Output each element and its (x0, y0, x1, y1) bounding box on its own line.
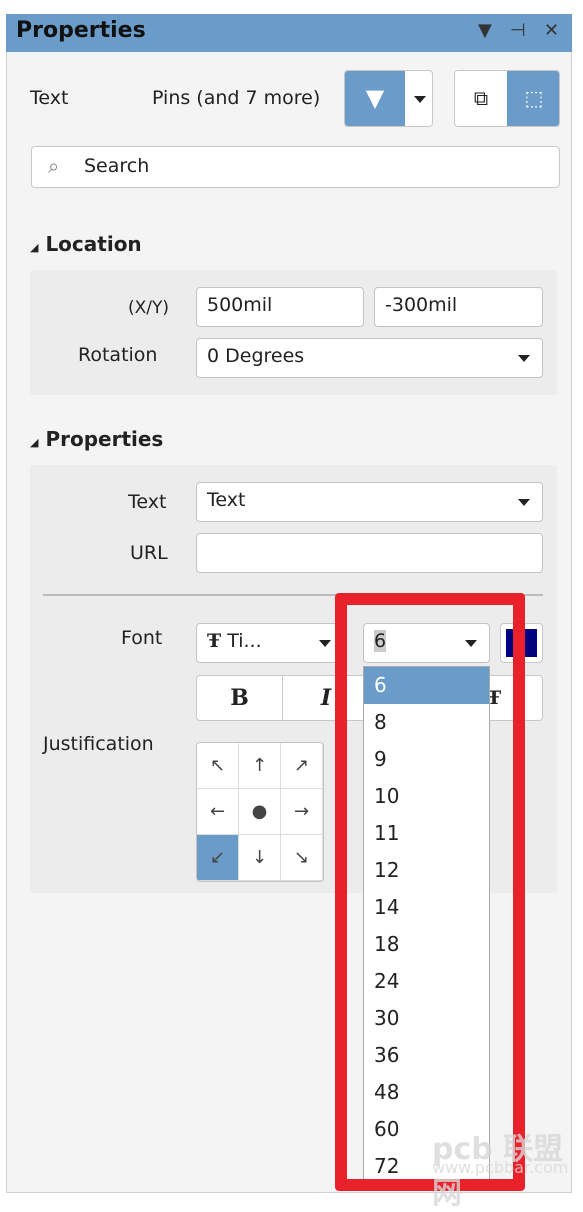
font-name-value: Ti... (227, 630, 262, 652)
properties-title: Properties (45, 427, 164, 451)
pin-icon[interactable]: ⊣ (510, 20, 526, 41)
filter-dropdown-button[interactable] (405, 71, 432, 126)
y-input[interactable]: -300mil (374, 287, 543, 327)
properties-section-header[interactable]: ◢ Properties (30, 427, 163, 451)
panel-title: Properties (16, 18, 146, 43)
watermark-url: www.pcbbar.com (432, 1158, 569, 1177)
justification-grid: ↖ ↑ ↗ ← ● → ↙ ↓ ↘ (196, 742, 324, 882)
bold-button[interactable]: B (197, 676, 283, 720)
justify-bottom-right-icon[interactable]: ↘ (281, 835, 323, 881)
search-input[interactable]: ⌕ Search (31, 146, 560, 188)
object-type-label: Text (30, 87, 69, 109)
font-name-dropdown[interactable]: Ŧ Ti... (196, 623, 344, 663)
justify-middle-left-icon[interactable]: ← (197, 789, 239, 835)
justify-top-left-icon[interactable]: ↖ (197, 743, 239, 789)
justify-top-center-icon[interactable]: ↑ (239, 743, 281, 789)
rotation-label: Rotation (78, 344, 158, 366)
selection-label: Pins (and 7 more) (152, 87, 321, 109)
font-type-icon: Ŧ (207, 630, 222, 652)
justify-bottom-center-icon[interactable]: ↓ (239, 835, 281, 881)
justify-bottom-left-icon[interactable]: ↙ (197, 835, 239, 881)
font-label: Font (121, 627, 163, 649)
xy-label: (X/Y) (128, 298, 170, 318)
selection-mode-group: ⧉ ⬚ (454, 70, 560, 127)
select-next-icon[interactable]: ⬚ (507, 71, 559, 126)
panel-header: Properties ▼ ⊣ ✕ (6, 14, 572, 52)
select-overlapping-icon[interactable]: ⧉ (455, 71, 507, 126)
rotation-value: 0 Degrees (207, 345, 305, 367)
justify-center-icon[interactable]: ● (239, 789, 281, 835)
url-label: URL (130, 542, 168, 564)
text-label: Text (128, 491, 167, 513)
justification-label: Justification (43, 733, 154, 755)
text-value: Text (207, 489, 246, 511)
rotation-dropdown[interactable]: 0 Degrees (196, 338, 543, 378)
search-placeholder: Search (84, 155, 150, 177)
dropdown-menu-icon[interactable]: ▼ (478, 20, 492, 41)
text-dropdown[interactable]: Text (196, 482, 543, 522)
justify-middle-right-icon[interactable]: → (281, 789, 323, 835)
highlight-box (335, 593, 525, 1191)
filter-button-group: ▼ (344, 70, 433, 127)
filter-icon[interactable]: ▼ (345, 71, 405, 126)
url-input[interactable] (196, 533, 543, 573)
close-icon[interactable]: ✕ (544, 20, 559, 41)
location-title: Location (45, 232, 142, 256)
search-icon: ⌕ (48, 154, 60, 178)
justify-top-right-icon[interactable]: ↗ (281, 743, 323, 789)
location-section-header[interactable]: ◢ Location (30, 232, 142, 256)
x-input[interactable]: 500mil (196, 287, 364, 327)
